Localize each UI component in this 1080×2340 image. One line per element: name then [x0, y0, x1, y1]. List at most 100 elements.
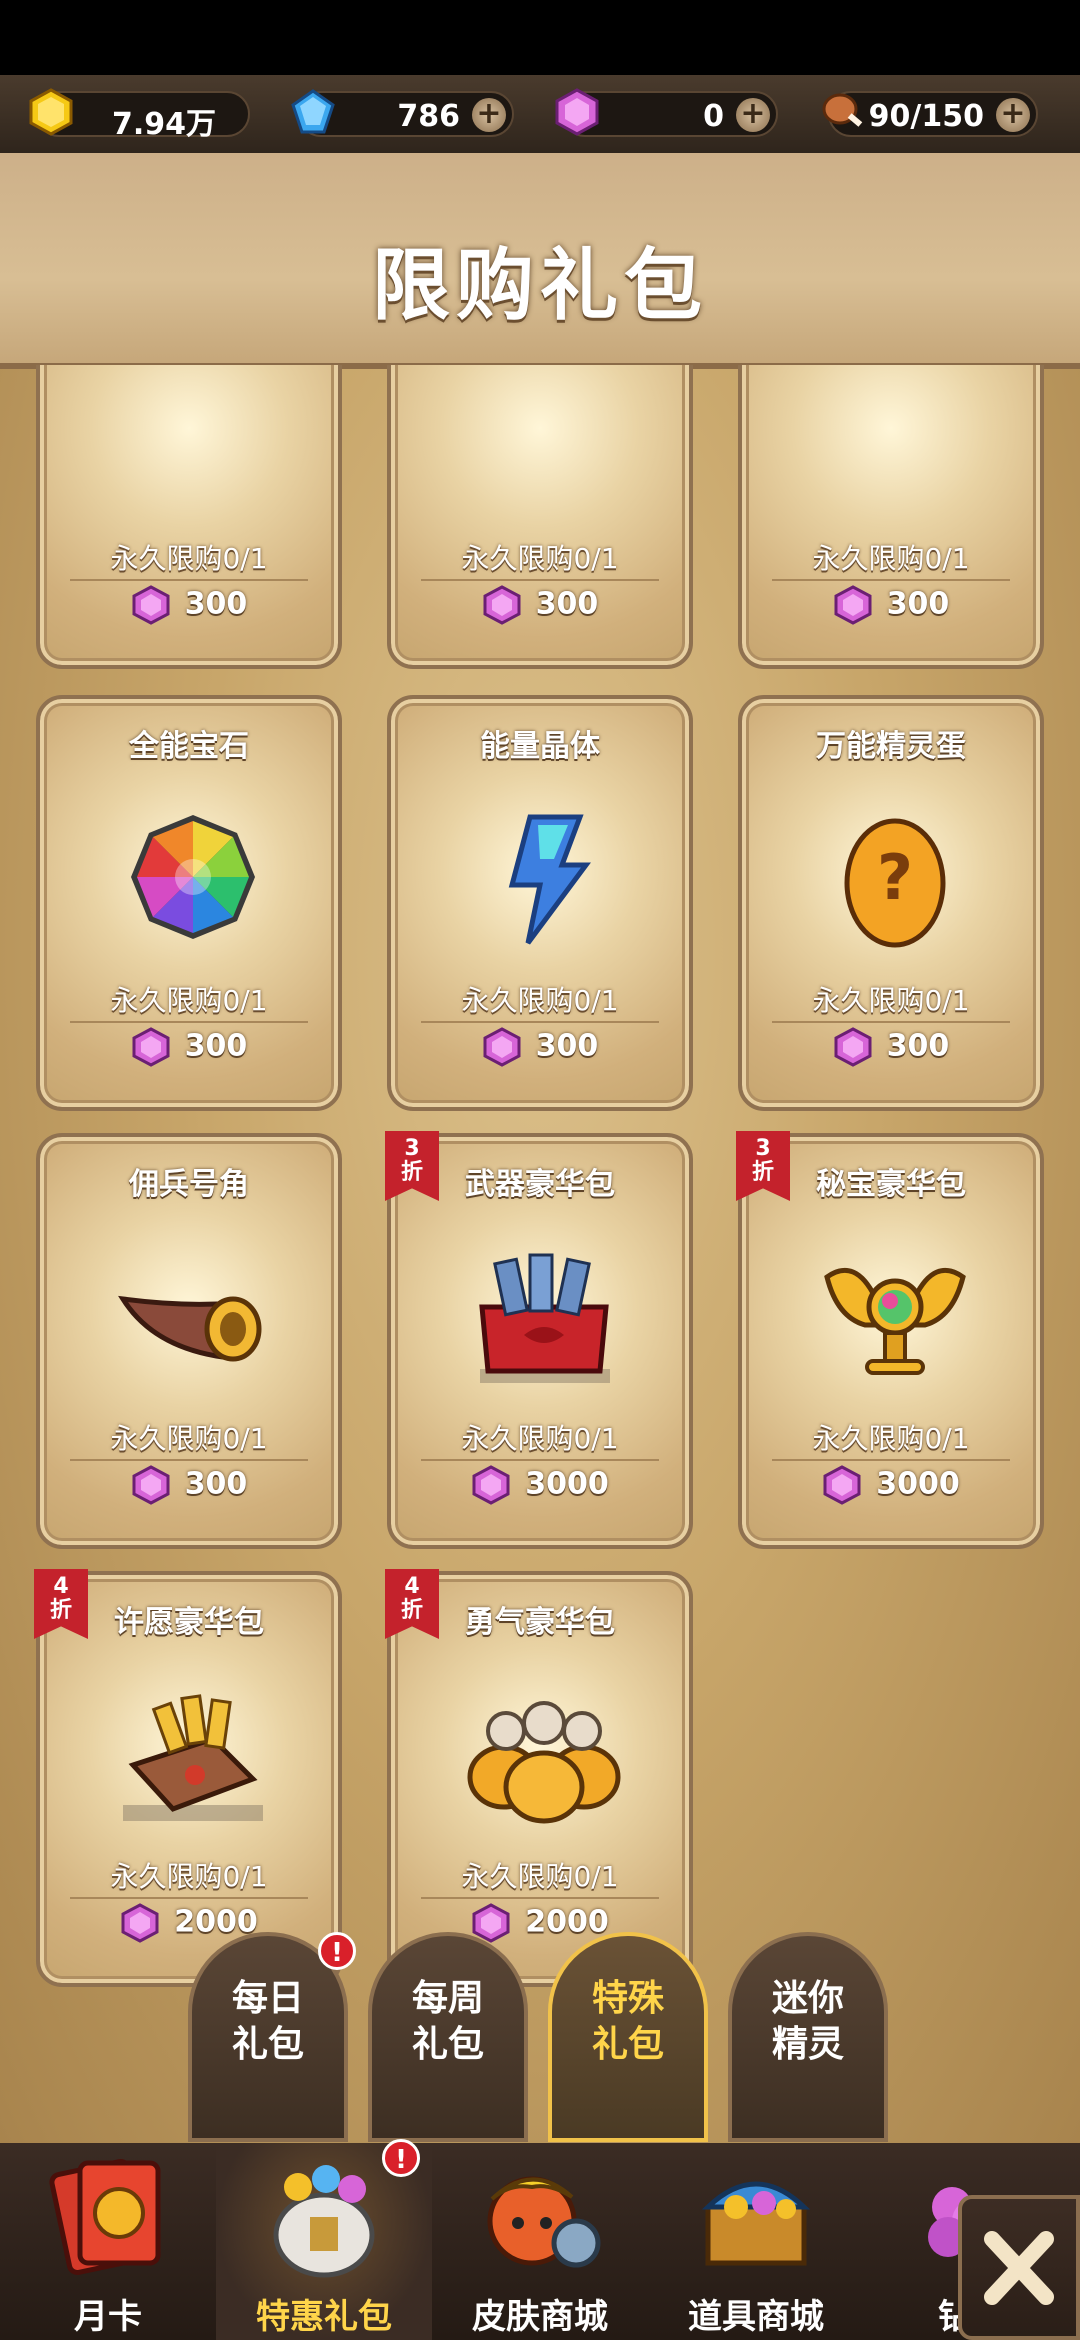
- divider: [70, 579, 308, 581]
- price: 300: [391, 1027, 689, 1067]
- shop-panel: 限购礼包 永久限购0/1 300 永久限购0/1 300 永久限购0/1 300…: [0, 153, 1080, 2143]
- package-grid: 永久限购0/1 300 永久限购0/1 300 永久限购0/1 300 全能宝石: [0, 365, 1080, 2065]
- package-card-energy-crystal[interactable]: 能量晶体 永久限购0/1 300: [387, 695, 693, 1111]
- gold-value: 7.94万: [111, 107, 216, 142]
- price: 3000: [391, 1465, 689, 1505]
- package-card-wish-pack[interactable]: 4 折 许愿豪华包 永久限购0/1 2000: [34, 1569, 342, 1987]
- purple-gem-icon: [132, 1465, 170, 1505]
- package-card[interactable]: 永久限购0/1 300: [36, 365, 342, 669]
- category-tabs: 每日 礼包 ! 每周 礼包 特殊 礼包 迷你 精灵: [0, 1932, 1080, 2142]
- diamond-counter: 786 +: [291, 89, 514, 137]
- package-name: 佣兵号角: [129, 1167, 249, 1202]
- price-value: 300: [535, 1028, 599, 1064]
- nav-label: 皮肤商城: [472, 2297, 608, 2337]
- purchase-limit: 永久限购0/1: [110, 1422, 268, 1455]
- tab-special-pack[interactable]: 特殊 礼包: [548, 1932, 708, 2142]
- tab-daily-pack[interactable]: 每日 礼包 !: [188, 1932, 356, 2142]
- package-name: 勇气豪华包: [465, 1605, 615, 1640]
- divider: [421, 1021, 659, 1023]
- energy-crystal-icon: [508, 814, 591, 945]
- price-value: 300: [184, 1028, 248, 1064]
- divider: [70, 1459, 308, 1461]
- purple-gem-icon: [132, 585, 170, 625]
- stamina-value: 90/150: [868, 99, 984, 134]
- add-purple-gem-button[interactable]: +: [736, 98, 770, 132]
- package-card-treasure-pack[interactable]: 3 折 秘宝豪华包 永久限购0/1 3000: [736, 1131, 1044, 1549]
- purple-gem-icon: [834, 585, 872, 625]
- stamina-counter: 90/150 +: [822, 91, 1038, 137]
- close-icon: [984, 2231, 1054, 2305]
- purple-gem-icon: [132, 1027, 170, 1067]
- divider: [772, 579, 1010, 581]
- price: 300: [40, 1027, 338, 1067]
- close-button[interactable]: [958, 2195, 1080, 2340]
- purple-gem-icon: [555, 88, 599, 136]
- package-card-weapon-pack[interactable]: 3 折 武器豪华包 永久限购0/1 3000: [385, 1131, 693, 1549]
- divider: [421, 1459, 659, 1461]
- svg-text:?: ?: [877, 841, 913, 914]
- diamond-value: 786: [397, 99, 460, 134]
- purchase-limit: 永久限购0/1: [812, 1422, 970, 1455]
- bottom-navigation: 月卡 ! 特惠礼包 皮肤商城 道具商城: [0, 2139, 1080, 2340]
- tab-label: 迷你 精灵: [771, 1978, 844, 2065]
- purple-gem-counter: 0 +: [555, 88, 778, 137]
- purchase-limit: 永久限购0/1: [812, 542, 970, 575]
- meat-icon: [822, 93, 863, 127]
- package-card-horn[interactable]: 佣兵号角 永久限购0/1 300: [36, 1133, 342, 1549]
- nav-monthly-card[interactable]: 月卡: [0, 2143, 216, 2340]
- horn-icon: [118, 1295, 262, 1362]
- purple-gem-icon: [483, 1027, 521, 1067]
- purple-gem-icon: [483, 585, 521, 625]
- purchase-limit: 永久限购0/1: [461, 542, 619, 575]
- package-name: 武器豪华包: [465, 1167, 615, 1202]
- add-diamond-button[interactable]: +: [472, 98, 506, 132]
- price-value: 300: [886, 1028, 950, 1064]
- tab-label: 每日 礼包: [231, 1978, 304, 2065]
- nav-item-shop[interactable]: 道具商城: [648, 2143, 864, 2340]
- price: 300: [40, 585, 338, 625]
- alert-badge: !: [318, 1932, 356, 1970]
- package-name: 万能精灵蛋: [816, 729, 966, 764]
- package-name: 能量晶体: [480, 729, 600, 764]
- purple-gem-icon: [834, 1027, 872, 1067]
- price: 3000: [742, 1465, 1040, 1505]
- price: 300: [40, 1465, 338, 1505]
- package-card-rainbow-gem[interactable]: 全能宝石 永久限购0/1 300: [36, 695, 342, 1111]
- package-name: 全能宝石: [129, 729, 249, 764]
- nav-label: 月卡: [74, 2297, 142, 2337]
- nav-special-offers[interactable]: ! 特惠礼包: [216, 2139, 432, 2340]
- purple-gem-value: 0: [703, 99, 724, 134]
- tab-weekly-pack[interactable]: 每周 礼包: [368, 1932, 528, 2142]
- purple-gem-icon: [472, 1465, 510, 1505]
- nav-skin-shop[interactable]: 皮肤商城: [432, 2143, 648, 2340]
- gold-counter: 7.94万: [29, 88, 250, 142]
- price-value: 300: [535, 586, 599, 622]
- wish-pack-icon: [123, 1694, 263, 1821]
- loot-bag-icon: [273, 2165, 375, 2278]
- package-card[interactable]: 永久限购0/1 300: [387, 365, 693, 669]
- package-card-spirit-egg[interactable]: 万能精灵蛋 ? 永久限购0/1 300: [738, 695, 1044, 1111]
- purchase-limit: 永久限购0/1: [461, 984, 619, 1017]
- divider: [772, 1021, 1010, 1023]
- purchase-limit: 永久限购0/1: [461, 1422, 619, 1455]
- gold-icon: [29, 88, 73, 136]
- divider: [421, 579, 659, 581]
- courage-pack-icon: [467, 1701, 621, 1824]
- package-name: 许愿豪华包: [114, 1605, 264, 1640]
- package-card[interactable]: 永久限购0/1 300: [738, 365, 1044, 669]
- price: 300: [742, 585, 1040, 625]
- tab-label: 特殊 礼包: [591, 1978, 664, 2065]
- weapon-pack-icon: [479, 1253, 610, 1383]
- tab-mini-spirit[interactable]: 迷你 精灵: [728, 1932, 888, 2142]
- add-stamina-button[interactable]: +: [996, 98, 1030, 132]
- price-value: 300: [886, 586, 950, 622]
- divider: [421, 1897, 659, 1899]
- alert-badge: !: [382, 2139, 420, 2177]
- divider: [70, 1897, 308, 1899]
- nav-label: 特惠礼包: [256, 2297, 392, 2337]
- package-card-courage-pack[interactable]: 4 折 勇气豪华包 永久限购0/1 2000: [385, 1569, 693, 1987]
- status-bar: [0, 0, 1080, 75]
- purple-gem-icon: [823, 1465, 861, 1505]
- monthly-card-icon: [49, 2158, 161, 2276]
- price-value: 300: [184, 1466, 248, 1502]
